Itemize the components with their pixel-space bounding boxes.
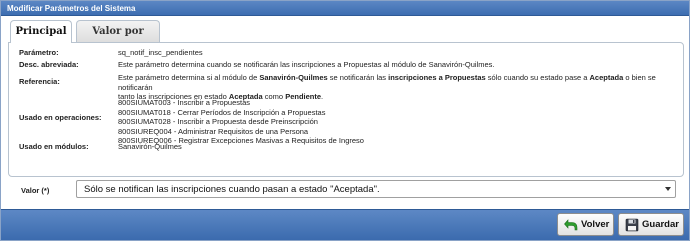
modulos-value: Sanavirón-Quilmes: [118, 142, 182, 151]
referencia-label: Referencia:: [19, 77, 60, 86]
modulos-label: Usado en módulos:: [19, 142, 89, 151]
volver-button[interactable]: Volver: [557, 213, 614, 236]
operacion-item: 800SIUMAT003 - Inscribir a Propuestas: [118, 98, 251, 107]
operacion-item: 800SIUREQ004 - Administrar Requisitos de…: [118, 126, 309, 136]
operacion-item: 800SIUMAT018 - Cerrar Períodos de Inscri…: [118, 107, 326, 117]
operacion-item: 800SIUMAT028 - Inscribir a Propuesta des…: [118, 117, 318, 126]
parametro-label: Parámetro:: [19, 48, 59, 57]
valor-label: Valor (*): [21, 186, 50, 195]
title-bar: Modificar Parámetros del Sistema: [1, 1, 689, 16]
tab-valor-por-nivel[interactable]: Valor por Nivel: [76, 20, 160, 59]
guardar-button[interactable]: Guardar: [618, 213, 684, 236]
operaciones-list: 800SIUMAT003 - Inscribir a Propuestas 80…: [118, 98, 364, 146]
guardar-label: Guardar: [642, 219, 679, 230]
desc-value: Este parámetro determina cuando se notif…: [118, 60, 495, 69]
chevron-down-icon: [665, 187, 671, 191]
modal-window: Modificar Parámetros del Sistema Princip…: [0, 0, 690, 241]
desc-label: Desc. abreviada:: [19, 60, 79, 69]
valor-row: Valor (*) Sólo se notifican las inscripc…: [6, 180, 684, 200]
floppy-disk-icon: [625, 218, 639, 232]
tab-principal[interactable]: Principal: [10, 20, 72, 43]
parametro-value: sq_notif_insc_pendientes: [118, 48, 203, 57]
tab-panel-principal: Parámetro: sq_notif_insc_pendientes Desc…: [8, 42, 684, 177]
window-title: Modificar Parámetros del Sistema: [7, 4, 136, 13]
back-arrow-icon: [564, 219, 578, 231]
bottom-toolbar: Volver Guardar: [1, 209, 689, 240]
referencia-line-1: Este parámetro determina si al módulo de…: [118, 73, 656, 92]
content-area: Principal Valor por Nivel Parámetro: sq_…: [6, 17, 684, 209]
operaciones-label: Usado en operaciones:: [19, 113, 102, 122]
volver-label: Volver: [581, 219, 610, 230]
valor-select[interactable]: Sólo se notifican las inscripciones cuan…: [76, 180, 676, 198]
valor-selected-text: Sólo se notifican las inscripciones cuan…: [84, 184, 380, 195]
